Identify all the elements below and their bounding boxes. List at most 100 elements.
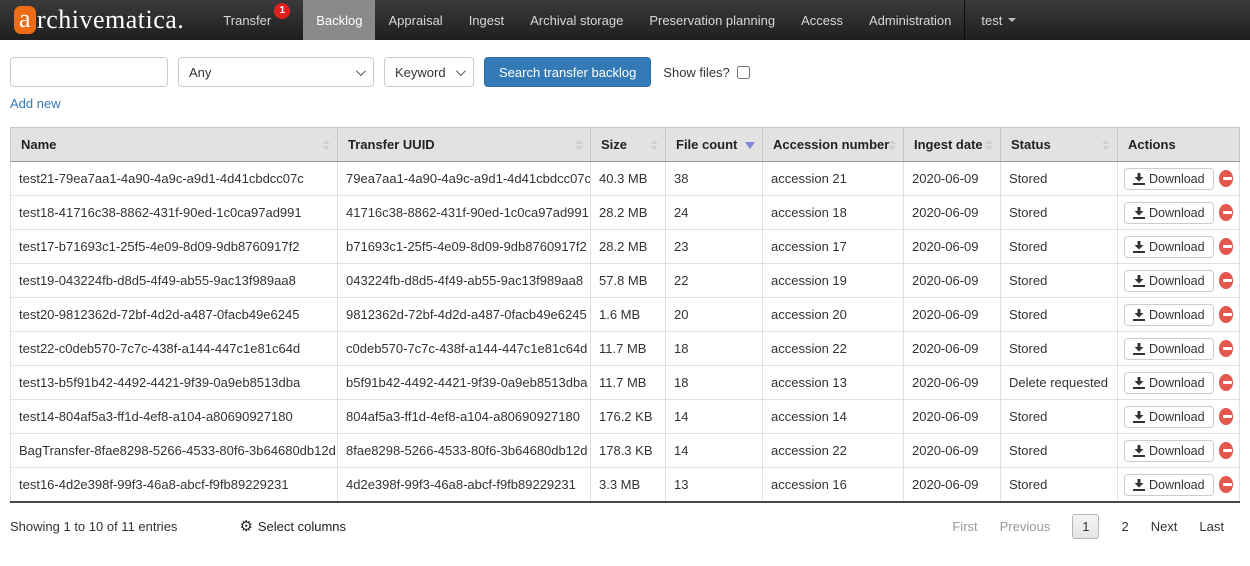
nav-backlog[interactable]: Backlog	[303, 0, 375, 40]
transfer-count-badge: 1	[274, 3, 290, 19]
download-icon	[1133, 241, 1145, 253]
nav-ingest[interactable]: Ingest	[456, 0, 517, 40]
cell-transfer-uuid: c0deb570-7c7c-438f-a144-447c1e81c64d	[338, 332, 591, 366]
chevron-down-icon	[456, 66, 466, 76]
cell-ingest-date: 2020-06-09	[904, 162, 1001, 196]
cell-ingest-date: 2020-06-09	[904, 332, 1001, 366]
add-new-link[interactable]: Add new	[10, 96, 61, 111]
download-icon	[1133, 275, 1145, 287]
backlog-table: Name Transfer UUID Size File count Acces…	[10, 127, 1240, 503]
remove-icon[interactable]	[1219, 170, 1233, 187]
nav-appraisal[interactable]: Appraisal	[375, 0, 455, 40]
col-header-ingest-date[interactable]: Ingest date	[904, 128, 1001, 162]
user-menu[interactable]: test	[964, 0, 1029, 40]
cell-transfer-uuid: 043224fb-d8d5-4f49-ab55-9ac13f989aa8	[338, 264, 591, 298]
archivematica-logo[interactable]: archivematica.	[14, 0, 184, 40]
field-select[interactable]: Any	[178, 57, 374, 87]
cell-transfer-uuid: b71693c1-25f5-4e09-8d09-9db8760917f2	[338, 230, 591, 264]
cell-size: 176.2 KB	[591, 400, 666, 434]
cell-size: 11.7 MB	[591, 366, 666, 400]
cell-transfer-uuid: b5f91b42-4492-4421-9f39-0a9eb8513dba	[338, 366, 591, 400]
top-nav: archivematica. Transfer 1 Backlog Apprai…	[0, 0, 1250, 40]
cell-accession-number: accession 20	[763, 298, 904, 332]
table-row: test19-043224fb-d8d5-4f49-ab55-9ac13f989…	[11, 264, 1240, 298]
col-header-accession-number[interactable]: Accession number	[763, 128, 904, 162]
col-header-status[interactable]: Status	[1001, 128, 1118, 162]
cell-transfer-uuid: 4d2e398f-99f3-46a8-abcf-f9fb89229231	[338, 468, 591, 503]
remove-icon[interactable]	[1219, 408, 1233, 425]
show-files-label: Show files?	[663, 65, 729, 80]
sort-icon	[985, 140, 993, 150]
remove-icon[interactable]	[1219, 340, 1233, 357]
download-button[interactable]: Download	[1124, 440, 1214, 462]
col-header-file-count[interactable]: File count	[666, 128, 763, 162]
gear-icon: ⚙	[239, 519, 252, 534]
cell-name: test14-804af5a3-ff1d-4ef8-a104-a80690927…	[11, 400, 338, 434]
download-button[interactable]: Download	[1124, 270, 1214, 292]
cell-file-count: 23	[666, 230, 763, 264]
remove-icon[interactable]	[1219, 442, 1233, 459]
download-icon	[1133, 309, 1145, 321]
cell-size: 1.6 MB	[591, 298, 666, 332]
cell-status: Stored	[1001, 196, 1118, 230]
col-header-size[interactable]: Size	[591, 128, 666, 162]
cell-accession-number: accession 13	[763, 366, 904, 400]
select-columns-button[interactable]: ⚙ Select columns	[239, 519, 346, 534]
download-button[interactable]: Download	[1124, 236, 1214, 258]
download-icon	[1133, 445, 1145, 457]
pagination-next[interactable]: Next	[1151, 519, 1178, 534]
remove-icon[interactable]	[1219, 476, 1233, 493]
nav-access[interactable]: Access	[788, 0, 856, 40]
cell-name: test17-b71693c1-25f5-4e09-8d09-9db876091…	[11, 230, 338, 264]
nav-administration[interactable]: Administration	[856, 0, 964, 40]
cell-accession-number: accession 22	[763, 332, 904, 366]
table-row: BagTransfer-8fae8298-5266-4533-80f6-3b64…	[11, 434, 1240, 468]
table-footer: Showing 1 to 10 of 11 entries ⚙ Select c…	[10, 514, 1240, 539]
download-button[interactable]: Download	[1124, 372, 1214, 394]
cell-name: test21-79ea7aa1-4a90-4a9c-a9d1-4d41cbdcc…	[11, 162, 338, 196]
cell-name: test16-4d2e398f-99f3-46a8-abcf-f9fb89229…	[11, 468, 338, 503]
table-row: test16-4d2e398f-99f3-46a8-abcf-f9fb89229…	[11, 468, 1240, 503]
table-row: test21-79ea7aa1-4a90-4a9c-a9d1-4d41cbdcc…	[11, 162, 1240, 196]
download-button[interactable]: Download	[1124, 202, 1214, 224]
nav-transfer[interactable]: Transfer 1	[210, 0, 303, 40]
sort-icon	[888, 140, 896, 150]
remove-icon[interactable]	[1219, 204, 1233, 221]
nav-preservation-planning[interactable]: Preservation planning	[636, 0, 788, 40]
chevron-down-icon	[1008, 18, 1016, 22]
remove-icon[interactable]	[1219, 374, 1233, 391]
cell-actions: Download	[1118, 468, 1240, 503]
search-transfer-backlog-button[interactable]: Search transfer backlog	[484, 57, 651, 87]
pagination-last[interactable]: Last	[1199, 519, 1224, 534]
show-files-checkbox[interactable]	[737, 66, 750, 79]
search-input[interactable]	[10, 57, 168, 87]
pagination-first[interactable]: First	[952, 519, 977, 534]
download-button[interactable]: Download	[1124, 474, 1214, 496]
download-icon	[1133, 377, 1145, 389]
cell-ingest-date: 2020-06-09	[904, 196, 1001, 230]
cell-ingest-date: 2020-06-09	[904, 298, 1001, 332]
nav-archival-storage[interactable]: Archival storage	[517, 0, 636, 40]
download-button[interactable]: Download	[1124, 338, 1214, 360]
col-header-transfer-uuid[interactable]: Transfer UUID	[338, 128, 591, 162]
cell-transfer-uuid: 9812362d-72bf-4d2d-a487-0facb49e6245	[338, 298, 591, 332]
cell-accession-number: accession 16	[763, 468, 904, 503]
cell-accession-number: accession 21	[763, 162, 904, 196]
pagination-page-1[interactable]: 1	[1072, 514, 1099, 539]
remove-icon[interactable]	[1219, 238, 1233, 255]
query-type-select[interactable]: Keyword	[384, 57, 474, 87]
pagination-previous[interactable]: Previous	[1000, 519, 1051, 534]
col-header-name[interactable]: Name	[11, 128, 338, 162]
download-button[interactable]: Download	[1124, 406, 1214, 428]
cell-ingest-date: 2020-06-09	[904, 400, 1001, 434]
table-row: test13-b5f91b42-4492-4421-9f39-0a9eb8513…	[11, 366, 1240, 400]
cell-name: BagTransfer-8fae8298-5266-4533-80f6-3b64…	[11, 434, 338, 468]
pagination-page-2[interactable]: 2	[1121, 519, 1128, 534]
remove-icon[interactable]	[1219, 306, 1233, 323]
remove-icon[interactable]	[1219, 272, 1233, 289]
download-button[interactable]: Download	[1124, 168, 1214, 190]
cell-status: Stored	[1001, 332, 1118, 366]
sort-icon	[1102, 140, 1110, 150]
cell-actions: Download	[1118, 366, 1240, 400]
download-button[interactable]: Download	[1124, 304, 1214, 326]
